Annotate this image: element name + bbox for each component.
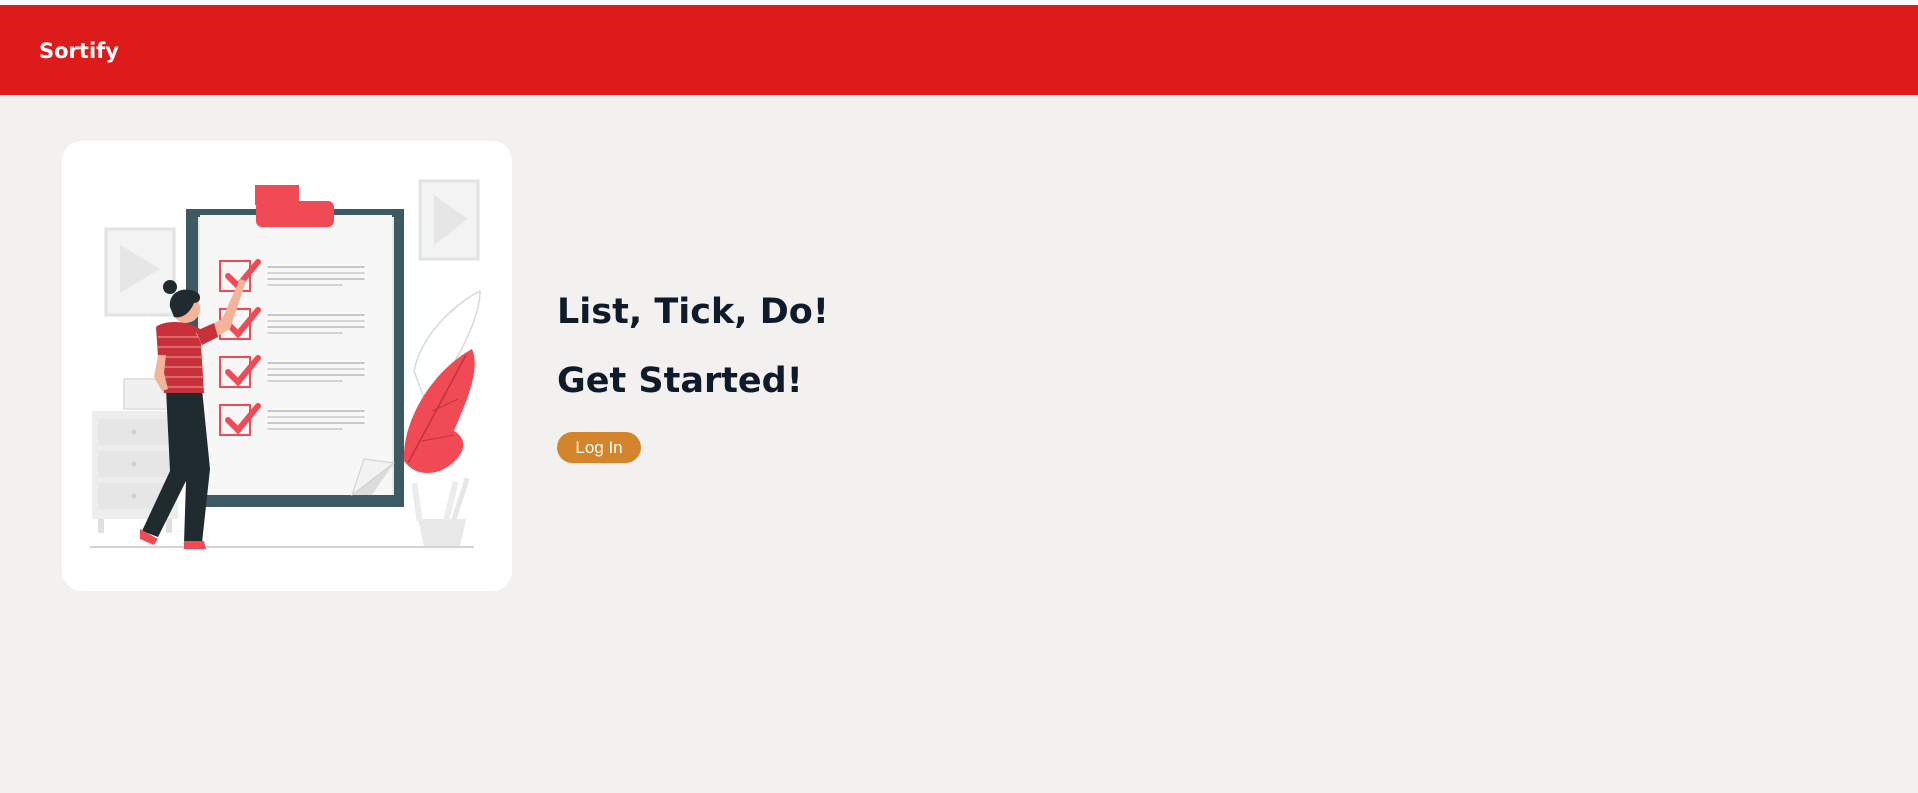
login-button[interactable]: Log In — [557, 432, 641, 463]
hero-illustration-card — [62, 141, 512, 591]
navbar: Sortify — [0, 5, 1918, 95]
checklist-illustration-icon — [90, 179, 481, 549]
hero-subheadline: Get Started! — [557, 361, 803, 401]
hero-headline: List, Tick, Do! — [557, 292, 829, 332]
brand-logo[interactable]: Sortify — [39, 39, 119, 63]
